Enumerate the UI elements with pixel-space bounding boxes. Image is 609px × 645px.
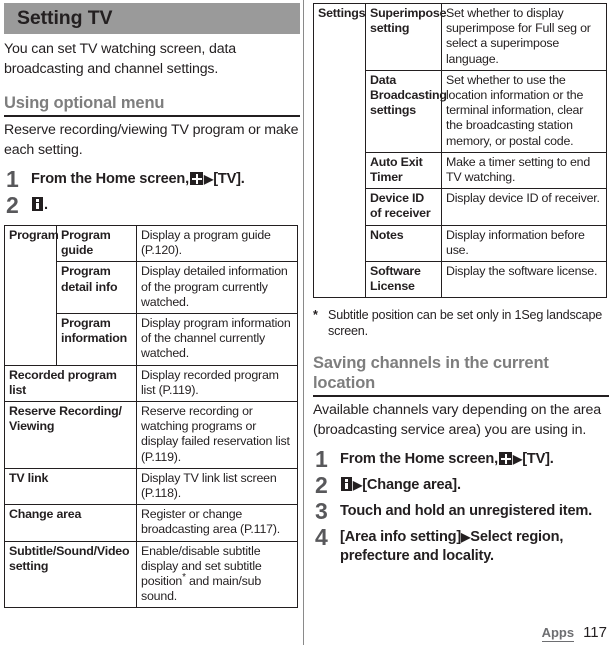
arrow-icon: ▶ bbox=[204, 172, 214, 186]
step-text: ▶[Change area]. bbox=[340, 473, 461, 495]
section2-steps: 1 From the Home screen, ▶[TV]. 2 ▶[Change… bbox=[313, 447, 609, 566]
footer-page-number: 117 bbox=[583, 624, 607, 641]
page-footer: Apps 117 bbox=[541, 624, 607, 642]
footer-chapter-label: Apps bbox=[541, 625, 575, 642]
column-divider bbox=[303, 0, 304, 645]
apps-grid-icon bbox=[499, 452, 512, 466]
step-text-after: [TV]. bbox=[522, 451, 554, 468]
table-row: Settings Superimpose setting Set whether… bbox=[313, 2, 607, 299]
section-heading-using-optional-menu: Using optional menu bbox=[4, 94, 165, 112]
step-text-after: . bbox=[44, 197, 48, 213]
step-number: 3 bbox=[315, 498, 328, 525]
step-text: From the Home screen, ▶[TV]. bbox=[340, 447, 554, 469]
step-item: 3 Touch and hold an unregistered item. bbox=[313, 499, 609, 523]
footnote-text: Subtitle position can be set only in 1Se… bbox=[328, 308, 603, 339]
table-row: Recorded program list Display recorded p… bbox=[4, 364, 298, 403]
table-row: TV link Display TV link list screen (P.1… bbox=[4, 467, 298, 506]
step-text-after: [TV]. bbox=[213, 171, 245, 187]
chapter-title-bar: Setting TV bbox=[4, 3, 300, 34]
step-text: [Area info setting]▶Select region, prefe… bbox=[340, 525, 609, 566]
footnote: * Subtitle position can be set only in 1… bbox=[313, 307, 609, 339]
cell-value: Display program information of the chann… bbox=[136, 313, 298, 366]
cell-value: Display detailed information of the prog… bbox=[136, 261, 298, 315]
step-number: 2 bbox=[315, 472, 328, 499]
step-text-before: From the Home screen, bbox=[31, 171, 189, 187]
cell-value: Register or change broadcasting area (P.… bbox=[136, 504, 298, 542]
cell-group: Program bbox=[4, 225, 59, 366]
step-item: 2 . bbox=[4, 193, 300, 217]
cell-key: Program detail info bbox=[56, 261, 137, 315]
section-rule bbox=[313, 395, 609, 398]
cell-value: Reserve recording or watching programs o… bbox=[136, 401, 298, 469]
cell-key: Auto Exit Timer bbox=[365, 151, 442, 190]
cell-value: Display a program guide (P.120). bbox=[136, 224, 298, 263]
left-column: Setting TV You can set TV watching scree… bbox=[4, 0, 300, 645]
cell-group: Settings bbox=[313, 2, 366, 299]
manual-page: Setting TV You can set TV watching scree… bbox=[0, 0, 609, 645]
cell-value: Display the software license. bbox=[441, 261, 607, 299]
section-rule bbox=[4, 115, 300, 117]
overflow-menu-icon bbox=[32, 197, 43, 211]
cell-key: Data Broadcasting settings bbox=[365, 69, 447, 153]
cell-key: Notes bbox=[365, 224, 442, 263]
step-item: 1 From the Home screen, ▶[TV]. bbox=[4, 167, 300, 191]
right-column: Settings Superimpose setting Set whether… bbox=[313, 0, 609, 645]
cell-value: Display TV link list screen (P.118). bbox=[136, 467, 298, 506]
cell-key: Program information bbox=[56, 313, 137, 366]
cell-key: Superimpose setting bbox=[365, 3, 446, 71]
step-text-before: [Area info setting] bbox=[340, 529, 462, 546]
cell-key: Subtitle/Sound/Video setting bbox=[4, 540, 137, 609]
settings-table: Settings Superimpose setting Set whether… bbox=[313, 2, 607, 299]
arrow-icon: ▶ bbox=[353, 478, 363, 493]
cell-value: Set whether to use the location informat… bbox=[441, 69, 607, 153]
table-row: Reserve Recording/ Viewing Reserve recor… bbox=[4, 401, 298, 469]
step-text: . bbox=[31, 193, 48, 215]
cell-key: Device ID of receiver bbox=[365, 188, 442, 226]
step-number: 2 bbox=[6, 192, 19, 218]
cell-key: Recorded program list bbox=[4, 364, 137, 403]
section1-steps: 1 From the Home screen, ▶[TV]. 2 . bbox=[4, 167, 300, 217]
section1-intro: Reserve recording/viewing TV program or … bbox=[4, 122, 299, 158]
page-title: Setting TV bbox=[17, 7, 113, 29]
step-text-after: [Change area]. bbox=[362, 477, 461, 494]
step-text: From the Home screen, ▶[TV]. bbox=[31, 167, 245, 189]
intro-paragraph: You can set TV watching screen, data bro… bbox=[4, 41, 236, 77]
cell-key: Software License bbox=[365, 261, 442, 299]
step-number: 4 bbox=[315, 524, 328, 551]
step-text-before: From the Home screen, bbox=[340, 451, 498, 468]
table-row: Change area Register or change broadcast… bbox=[4, 504, 298, 542]
step-number: 1 bbox=[315, 446, 328, 473]
table-row: Subtitle/Sound/Video setting Enable/disa… bbox=[4, 540, 298, 609]
section-heading-saving-channels: Saving channels in the current location bbox=[313, 354, 549, 393]
cell-key: Program guide bbox=[56, 224, 137, 263]
apps-grid-icon bbox=[190, 172, 203, 185]
cell-value: Set whether to display superimpose for F… bbox=[441, 3, 607, 71]
cell-value: Display device ID of receiver. bbox=[441, 188, 607, 226]
cell-value: Make a timer setting to end TV watching. bbox=[441, 151, 607, 190]
step-number: 1 bbox=[6, 166, 19, 192]
cell-key: TV link bbox=[4, 467, 137, 506]
step-item: 4 [Area info setting]▶Select region, pre… bbox=[313, 525, 609, 566]
cell-key: Reserve Recording/ Viewing bbox=[4, 401, 137, 469]
footnote-marker: * bbox=[313, 308, 318, 323]
arrow-icon: ▶ bbox=[461, 530, 471, 545]
step-item: 2 ▶[Change area]. bbox=[313, 473, 609, 497]
overflow-menu-icon bbox=[341, 477, 352, 492]
cell-value: Display information before use. bbox=[441, 224, 607, 263]
arrow-icon: ▶ bbox=[513, 452, 523, 467]
optional-menu-table: Program Program guide Display a program … bbox=[4, 224, 298, 609]
section2-intro: Available channels vary depending on the… bbox=[313, 402, 601, 438]
step-item: 1 From the Home screen, ▶[TV]. bbox=[313, 447, 609, 471]
cell-value: Enable/disable subtitle display and set … bbox=[136, 540, 298, 609]
step-text: Touch and hold an unregistered item. bbox=[340, 503, 592, 520]
cell-key: Change area bbox=[4, 504, 137, 542]
cell-value: Display recorded program list (P.119). bbox=[136, 364, 298, 403]
table-row: Program Program guide Display a program … bbox=[4, 224, 298, 366]
